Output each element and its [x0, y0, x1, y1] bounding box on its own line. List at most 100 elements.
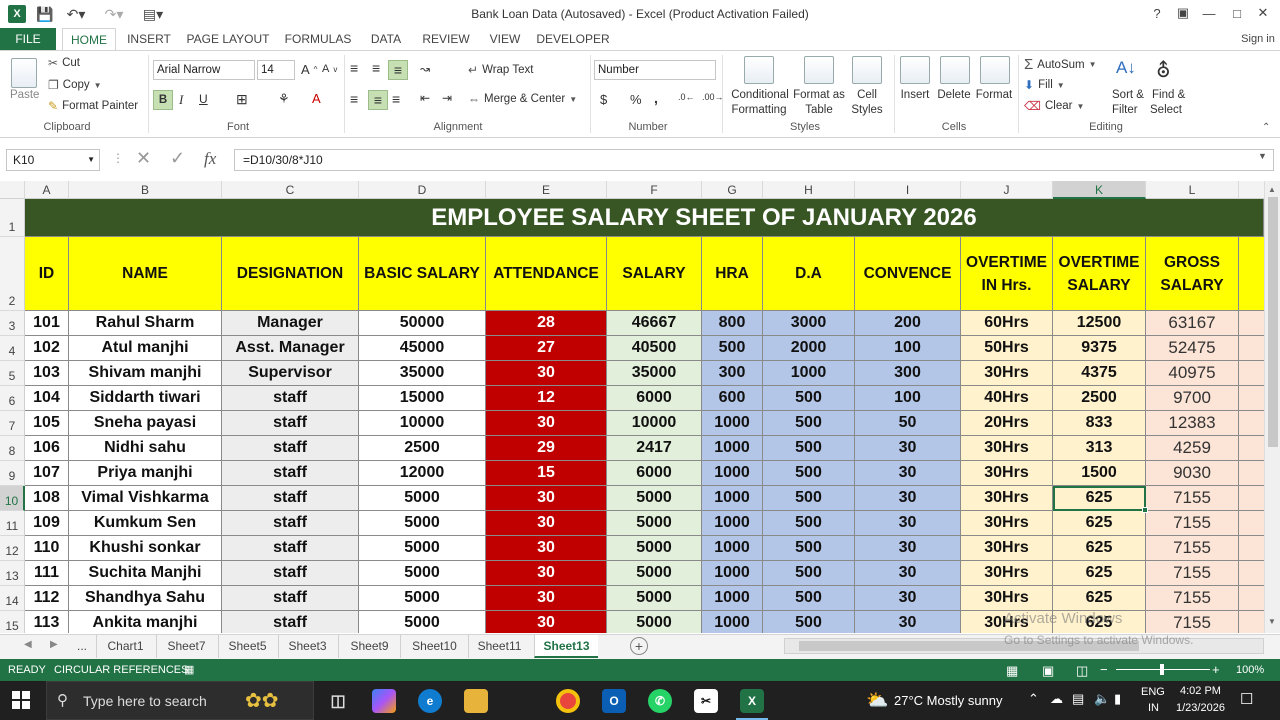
- table-cell[interactable]: 1000: [702, 536, 763, 561]
- table-cell[interactable]: 5000: [359, 511, 486, 536]
- table-cell[interactable]: 625: [1053, 511, 1146, 536]
- table-cell[interactable]: 500: [763, 461, 855, 486]
- clock-date[interactable]: 1/23/2026: [1176, 702, 1225, 714]
- table-cell[interactable]: 104: [25, 386, 69, 411]
- shrink-font-button[interactable]: Av: [322, 63, 337, 75]
- table-cell[interactable]: 106: [25, 436, 69, 461]
- table-cell[interactable]: Khushi sonkar: [69, 536, 222, 561]
- zoom-in-button[interactable]: +: [1212, 662, 1220, 677]
- tray-overflow-icon[interactable]: ⌃: [1028, 691, 1039, 707]
- sheet-tab-sheet11[interactable]: Sheet11: [468, 635, 530, 658]
- table-cell[interactable]: 30: [486, 561, 607, 586]
- table-cell[interactable]: 30: [486, 361, 607, 386]
- fill-button[interactable]: ⬇ Fill ▼: [1024, 78, 1065, 92]
- zoom-level[interactable]: 100%: [1236, 664, 1264, 676]
- table-cell[interactable]: 4259: [1146, 436, 1239, 461]
- currency-button[interactable]: $: [600, 92, 607, 107]
- table-cell-partial[interactable]: [1239, 511, 1264, 536]
- autosum-button[interactable]: Σ AutoSum ▼: [1024, 56, 1097, 73]
- table-cell[interactable]: 40500: [607, 336, 702, 361]
- table-cell-partial[interactable]: [1239, 536, 1264, 561]
- row-header-3[interactable]: 3: [0, 311, 25, 336]
- table-cell[interactable]: 35000: [359, 361, 486, 386]
- comma-button[interactable]: ,: [654, 90, 658, 106]
- enter-icon[interactable]: ✓: [170, 148, 185, 169]
- table-cell[interactable]: 20Hrs: [961, 411, 1053, 436]
- row-header-6[interactable]: 6: [0, 386, 25, 411]
- header-cell[interactable]: DESIGNATION: [222, 237, 359, 311]
- row-header-2[interactable]: 2: [0, 237, 25, 311]
- conditional-formatting-sublabel[interactable]: Formatting: [726, 104, 792, 116]
- table-cell[interactable]: 1000: [702, 511, 763, 536]
- row-header-5[interactable]: 5: [0, 361, 25, 386]
- table-cell[interactable]: 9700: [1146, 386, 1239, 411]
- header-cell[interactable]: NAME: [69, 237, 222, 311]
- table-cell[interactable]: 7155: [1146, 586, 1239, 611]
- format-cells-button[interactable]: Format: [974, 89, 1014, 101]
- spreadsheet-grid[interactable]: ABCDEFGHIJKL 1 2 3 4 5 6 7 8 9 10 11 12 13 14 15 EMPLO…: [0, 181, 1264, 633]
- cell-styles-label[interactable]: Cell: [852, 89, 882, 101]
- decrease-decimal-icon[interactable]: .00→: [702, 92, 724, 102]
- column-header-g[interactable]: G: [702, 181, 763, 199]
- table-cell[interactable]: 5000: [359, 536, 486, 561]
- table-cell[interactable]: 500: [763, 436, 855, 461]
- column-header-i[interactable]: I: [855, 181, 961, 199]
- volume-icon[interactable]: 🔈: [1094, 691, 1110, 707]
- table-cell[interactable]: 1000: [702, 411, 763, 436]
- table-cell[interactable]: 30: [855, 561, 961, 586]
- region-indicator[interactable]: IN: [1148, 702, 1159, 714]
- table-cell[interactable]: Nidhi sahu: [69, 436, 222, 461]
- sign-in-link[interactable]: Sign in: [1236, 28, 1280, 50]
- table-cell-partial[interactable]: [1239, 461, 1264, 486]
- collapse-ribbon-icon[interactable]: ⌃: [1262, 122, 1270, 133]
- table-cell[interactable]: 30Hrs: [961, 436, 1053, 461]
- header-cell[interactable]: HRA: [702, 237, 763, 311]
- header-cell[interactable]: OVERTIME SALARY: [1053, 237, 1146, 311]
- tab-view[interactable]: VIEW: [486, 28, 524, 50]
- copilot-icon[interactable]: [372, 689, 396, 713]
- table-cell[interactable]: 7155: [1146, 611, 1239, 633]
- sheet-tab-sheet13[interactable]: Sheet13: [534, 635, 598, 658]
- table-cell[interactable]: 30Hrs: [961, 511, 1053, 536]
- table-cell[interactable]: 1000: [702, 611, 763, 633]
- column-header-f[interactable]: F: [607, 181, 702, 199]
- column-header-j[interactable]: J: [961, 181, 1053, 199]
- table-cell[interactable]: 10000: [359, 411, 486, 436]
- column-header-l[interactable]: L: [1146, 181, 1239, 199]
- format-painter-button[interactable]: ✎ Format Painter: [48, 99, 138, 113]
- clock-time[interactable]: 4:02 PM: [1180, 685, 1221, 697]
- table-cell[interactable]: 5000: [607, 536, 702, 561]
- font-color-icon[interactable]: A: [312, 91, 321, 106]
- normal-view-icon[interactable]: ▦: [1006, 663, 1018, 679]
- font-name-dropdown[interactable]: Arial Narrow: [153, 60, 255, 80]
- name-box[interactable]: K10 ▼: [6, 149, 100, 171]
- table-cell[interactable]: 108: [25, 486, 69, 511]
- table-cell[interactable]: 30: [486, 611, 607, 633]
- format-as-table-label[interactable]: Format as: [793, 89, 845, 101]
- percent-button[interactable]: %: [630, 92, 642, 107]
- table-cell-partial[interactable]: [1239, 436, 1264, 461]
- table-cell[interactable]: staff: [222, 386, 359, 411]
- table-cell[interactable]: Vimal Vishkarma: [69, 486, 222, 511]
- table-cell[interactable]: 300: [855, 361, 961, 386]
- align-left-icon[interactable]: ≡: [350, 91, 358, 107]
- save-icon[interactable]: 💾: [36, 5, 54, 23]
- fill-color-icon[interactable]: ⚘: [278, 91, 290, 107]
- close-icon[interactable]: ✕: [1252, 3, 1274, 23]
- scroll-down-icon[interactable]: ▼: [1268, 617, 1276, 626]
- expand-formula-bar-icon[interactable]: ▼: [1258, 151, 1267, 161]
- table-cell[interactable]: 112: [25, 586, 69, 611]
- header-cell[interactable]: ATTENDANCE: [486, 237, 607, 311]
- table-cell[interactable]: 1000: [763, 361, 855, 386]
- insert-cells-button[interactable]: Insert: [898, 89, 932, 101]
- table-cell[interactable]: 45000: [359, 336, 486, 361]
- row-header-4[interactable]: 4: [0, 336, 25, 361]
- maximize-icon[interactable]: □: [1226, 3, 1248, 23]
- align-right-icon[interactable]: ≡: [392, 91, 400, 107]
- table-cell[interactable]: 500: [763, 536, 855, 561]
- table-cell[interactable]: 30Hrs: [961, 486, 1053, 511]
- table-cell[interactable]: 1000: [702, 436, 763, 461]
- edge-browser-icon[interactable]: e: [418, 689, 442, 713]
- sheet-tab-sheet9[interactable]: Sheet9: [338, 635, 400, 658]
- row-header-1[interactable]: 1: [0, 199, 25, 237]
